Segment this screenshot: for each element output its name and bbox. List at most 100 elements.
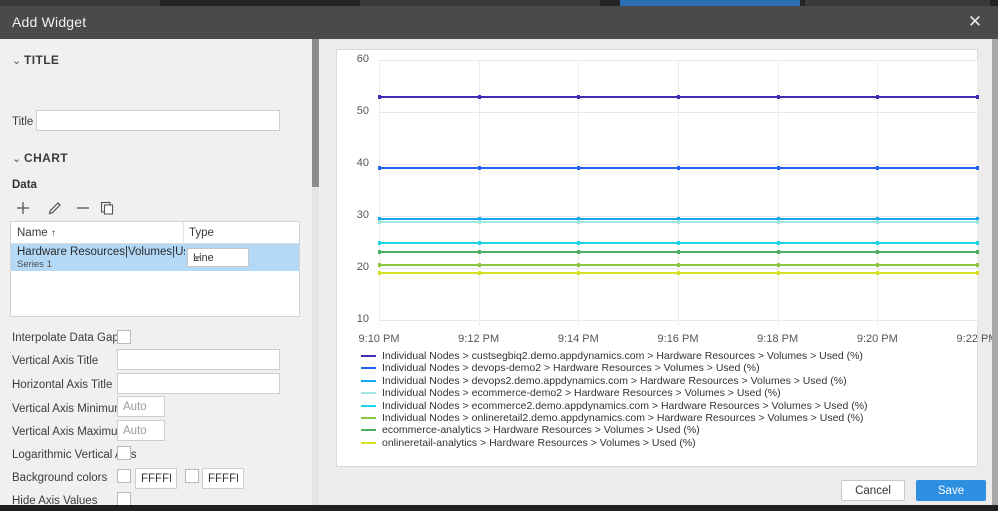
- series-sublabel: Series 1: [17, 259, 52, 270]
- add-widget-dialog: Add Widget ✕ ⌄TITLE Title ⌄CHART Data: [0, 6, 998, 511]
- chart-data-point: [876, 241, 880, 246]
- title-field-label: Title: [12, 116, 34, 128]
- save-button[interactable]: Save: [916, 480, 986, 501]
- chart-data-point: [776, 95, 780, 100]
- sort-asc-icon: ↑: [50, 228, 56, 239]
- vertical-axis-maximum-input[interactable]: [117, 420, 165, 441]
- chart-data-point: [577, 249, 581, 254]
- chart-data-point: [677, 95, 680, 100]
- legend-color-swatch: [361, 355, 376, 357]
- vertical-axis-minimum-input[interactable]: [117, 396, 165, 417]
- chart-data-point: [378, 262, 381, 267]
- chart-data-point: [677, 166, 680, 171]
- table-row[interactable]: Hardware Resources|Volumes|Used (% Serie…: [11, 244, 299, 271]
- column-header-name[interactable]: Name ↑: [17, 227, 56, 239]
- x-gridline: [678, 60, 679, 326]
- chart-data-point: [776, 262, 780, 267]
- x-gridline: [379, 60, 380, 326]
- chart-data-point: [976, 166, 979, 171]
- screen: Add Widget ✕ ⌄TITLE Title ⌄CHART Data: [0, 0, 998, 511]
- chart-data-point: [776, 270, 780, 275]
- copy-icon[interactable]: [99, 200, 115, 216]
- section-header-chart[interactable]: ⌄ CHART: [12, 151, 68, 165]
- legend-label: Individual Nodes > ecommerce-demo2 > Har…: [382, 387, 781, 400]
- chart-data-point: [477, 262, 481, 267]
- checkbox-background-color-2[interactable]: [185, 469, 199, 483]
- dialog-scrollbar[interactable]: [992, 39, 998, 511]
- y-axis-tick-label: 30: [356, 209, 369, 221]
- chart-data-point: [976, 262, 979, 267]
- chart-data-point: [577, 270, 581, 275]
- series-type-select[interactable]: Line: [187, 248, 249, 267]
- settings-panel-scrollbar[interactable]: [312, 39, 319, 511]
- chart-data-point: [876, 95, 880, 100]
- legend-label: Individual Nodes > ecommerce2.demo.appdy…: [382, 399, 868, 412]
- chart-preview-pane: 60 50 40 30 20 10 9:10 PM 9:12 PM 9:14 PM 9:16 PM…: [320, 39, 998, 471]
- chart-data-point: [577, 220, 581, 225]
- remove-icon[interactable]: [74, 199, 92, 217]
- cancel-button[interactable]: Cancel: [841, 480, 905, 501]
- x-gridline: [478, 60, 480, 326]
- chart-data-point: [677, 241, 680, 246]
- chart-data-point: [677, 262, 680, 267]
- title-input[interactable]: [36, 110, 280, 131]
- x-axis-tick-label: 9:12 PM: [458, 333, 500, 345]
- legend-label: Individual Nodes > custsegbiq2.demo.appd…: [382, 350, 863, 362]
- chart-data-point: [677, 249, 680, 254]
- dialog-titlebar: Add Widget ✕: [0, 6, 998, 39]
- edit-icon[interactable]: [47, 200, 63, 216]
- section-label-chart: CHART: [24, 151, 68, 165]
- column-header-type[interactable]: Type: [189, 227, 214, 239]
- y-axis-tick-label: 10: [356, 313, 369, 325]
- checkbox-hide-axis-values[interactable]: [117, 492, 131, 506]
- legend-color-swatch: [361, 429, 376, 432]
- legend-color-swatch: [361, 416, 376, 419]
- chart-data-point: [378, 220, 381, 225]
- background-color-2-input[interactable]: [202, 468, 244, 489]
- legend-label: Individual Nodes > devops2.demo.appdynam…: [382, 374, 847, 387]
- chart-data-point: [876, 249, 880, 254]
- x-gridline: [877, 60, 879, 326]
- chart-data-point: [776, 249, 780, 254]
- x-axis-tick-label: 9:22 PM: [956, 333, 998, 345]
- data-toolbar: [14, 199, 134, 219]
- chevron-down-icon: ⌄: [12, 153, 22, 165]
- scrollbar-thumb[interactable]: [992, 39, 998, 511]
- label-background-colors: Background colors: [12, 472, 108, 484]
- x-axis-tick-label: 9:20 PM: [856, 333, 898, 345]
- chart-data-point: [976, 249, 979, 254]
- chart-data-point: [976, 95, 979, 100]
- scrollbar-thumb[interactable]: [312, 39, 319, 187]
- chart-data-point: [776, 166, 780, 171]
- label-horizontal-axis-title: Horizontal Axis Title: [12, 379, 113, 391]
- checkbox-interpolate-data-gaps[interactable]: [117, 330, 131, 344]
- chart-data-point: [378, 249, 381, 254]
- chevron-down-icon: [193, 256, 201, 260]
- checkbox-logarithmic-vertical-axis[interactable]: [117, 446, 131, 460]
- horizontal-axis-title-input[interactable]: [117, 373, 280, 394]
- legend-label: ecommerce-analytics > Hardware Resources…: [382, 424, 700, 437]
- x-gridline: [777, 60, 779, 326]
- y-axis-tick-label: 50: [356, 105, 369, 117]
- checkbox-background-color-1[interactable]: [117, 469, 131, 483]
- chart-data-point: [976, 220, 979, 225]
- close-icon[interactable]: ✕: [965, 12, 985, 32]
- label-vertical-axis-minimum: Vertical Axis Minimum: [12, 403, 124, 415]
- chart-data-point: [477, 270, 481, 275]
- vertical-axis-title-input[interactable]: [117, 349, 280, 370]
- background-color-1-input[interactable]: [135, 468, 177, 489]
- legend-color-swatch: [361, 367, 376, 370]
- series-table: Name ↑ Type Hardware Resources|Volumes|U…: [10, 221, 300, 317]
- chart-data-point: [477, 249, 481, 254]
- series-name: Hardware Resources|Volumes|Used (%: [17, 246, 185, 258]
- chart-data-point: [378, 95, 381, 100]
- x-axis-tick-label: 9:18 PM: [757, 333, 799, 345]
- chart-data-point: [577, 262, 581, 267]
- legend-label: onlineretail-analytics > Hardware Resour…: [382, 436, 696, 449]
- y-axis-tick-label: 40: [356, 157, 369, 169]
- section-header-title[interactable]: ⌄ TITLE: [12, 53, 59, 67]
- chart-data-point: [876, 166, 880, 171]
- chart-data-point: [876, 220, 880, 225]
- add-icon[interactable]: [14, 199, 32, 217]
- legend-color-swatch: [361, 379, 376, 382]
